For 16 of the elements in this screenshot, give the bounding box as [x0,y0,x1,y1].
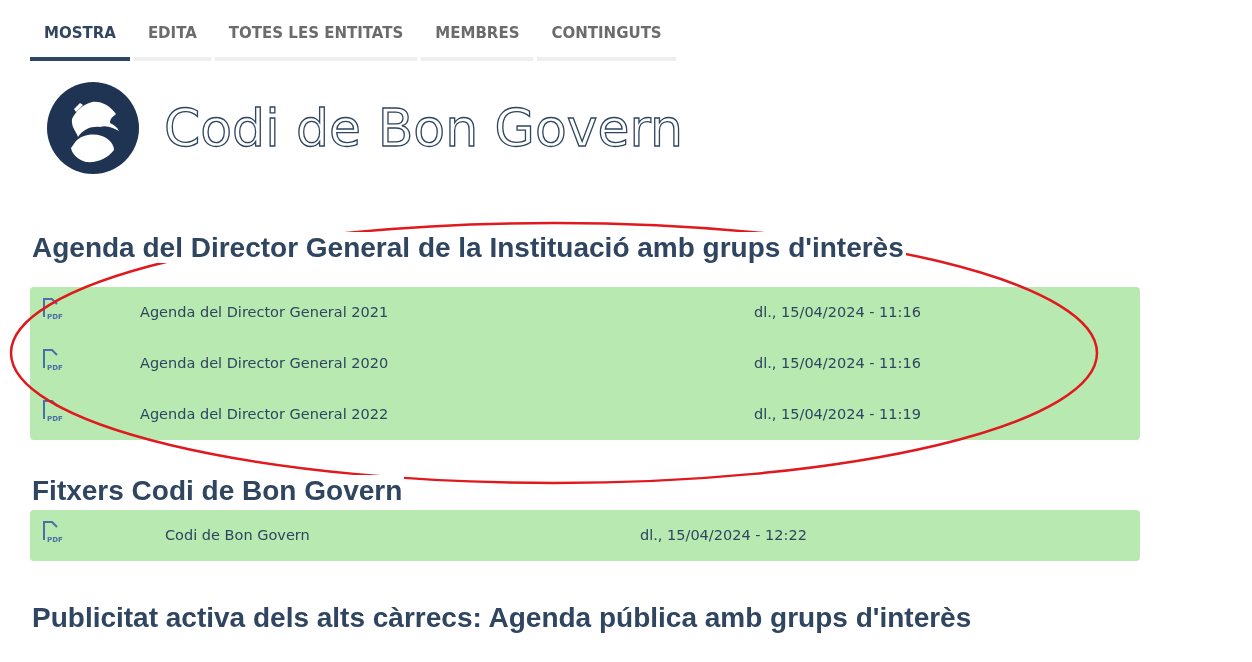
file-name: Agenda del Director General 2020 [140,354,389,371]
tab[interactable]: TOTES LES ENTITATS [214,12,418,61]
file-date: dl., 15/04/2024 - 11:16 [754,303,921,320]
file-name: Agenda del Director General 2022 [140,405,389,422]
file-date: dl., 15/04/2024 - 11:19 [754,405,921,422]
globe-icon [46,80,140,175]
file-date: dl., 15/04/2024 - 11:16 [754,354,921,371]
file-date: dl., 15/04/2024 - 12:22 [640,526,807,543]
tab[interactable]: MEMBRES [421,12,534,61]
file-name: Codi de Bon Govern [165,526,310,543]
tab[interactable]: EDITA [133,12,211,61]
file-name: Agenda del Director General 2021 [140,303,389,320]
tab[interactable]: CONTINGUTS [537,12,676,61]
page-title: Codi de Bon Govern [164,101,683,154]
section-heading: Agenda del Director General de la Instituació amb grups d'interès [30,231,906,263]
tab[interactable]: MOSTRA [30,12,130,61]
